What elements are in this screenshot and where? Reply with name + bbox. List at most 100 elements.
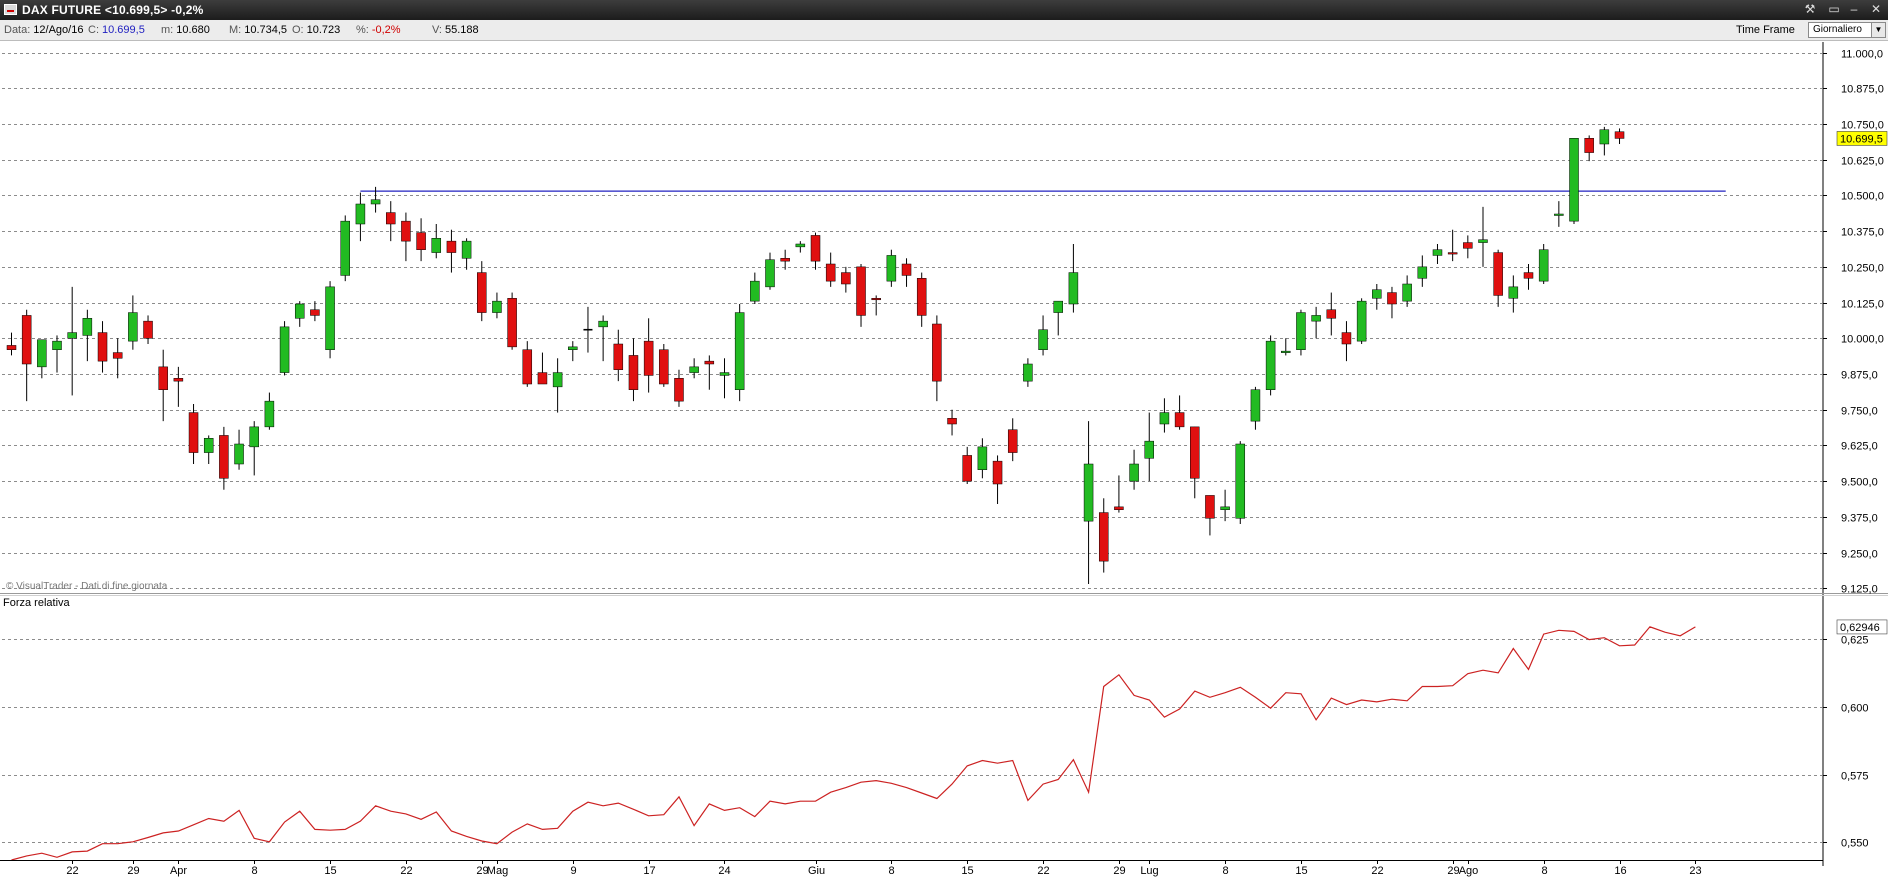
candle-down	[1493, 252, 1503, 296]
candle-up	[765, 259, 775, 288]
candle-up	[37, 339, 47, 368]
candle-down	[1114, 506, 1124, 510]
candle-up	[340, 220, 350, 276]
candle-up	[1372, 289, 1382, 299]
indicator-tick-label: 0,550	[1841, 838, 1869, 850]
candle-down	[659, 349, 669, 385]
candle-up	[1356, 300, 1367, 342]
candle-down	[219, 435, 229, 479]
date-label: 24	[718, 865, 730, 877]
candle-up	[1083, 463, 1094, 522]
candle-up	[1159, 412, 1170, 425]
indicator-title: Forza relativa	[3, 597, 71, 609]
candle-down	[1523, 272, 1534, 279]
candle-down	[173, 378, 184, 382]
candle-up	[82, 318, 93, 336]
candle-down	[1190, 426, 1200, 479]
candle-down	[112, 352, 123, 359]
candle-up	[279, 326, 290, 373]
candle-down	[507, 298, 517, 348]
date-label: 8	[1222, 865, 1228, 877]
candle-down	[856, 266, 866, 316]
candle-up	[249, 426, 259, 448]
price-tick-label: 9.875,0	[1841, 370, 1878, 382]
candle-down	[992, 460, 1003, 485]
date-label: 8	[888, 865, 894, 877]
candle-up	[1265, 340, 1276, 390]
candle-up	[1023, 363, 1033, 382]
date-axis: 22 29 Apr 8 15 22 29Mag 9 17 24 Giu 8 15 22 29 Lug 8 15 22…	[0, 860, 1823, 877]
date-label: 8	[251, 865, 257, 877]
price-grid	[2, 53, 1822, 589]
candle-down	[386, 212, 396, 225]
candle-down	[446, 240, 457, 253]
last-price-label: 10.699,5	[1840, 133, 1883, 145]
date-label: 22	[400, 865, 412, 877]
watermark: © VisualTrader - Dati di fine giornata	[6, 581, 168, 592]
candle-down	[780, 258, 790, 262]
candle-up	[552, 372, 563, 388]
candle-down	[158, 366, 168, 390]
candle-up	[1569, 138, 1579, 222]
candle-up	[1599, 129, 1610, 145]
candle-up	[355, 203, 366, 225]
candle-up	[264, 400, 275, 428]
price-tick-label: 9.750,0	[1841, 406, 1878, 418]
candle-up	[294, 303, 305, 319]
candle-up	[734, 312, 745, 390]
price-tick-label: 9.500,0	[1841, 477, 1878, 489]
date-label: 22	[1037, 865, 1049, 877]
candle-down	[916, 278, 927, 316]
month-label: Giu	[808, 865, 825, 877]
candle-up	[52, 340, 62, 350]
candle-up	[795, 243, 806, 248]
date-label: 23	[1689, 865, 1701, 877]
candle-down	[1341, 332, 1352, 345]
indicator-tick-label: 0,600	[1841, 703, 1869, 715]
date-label: 15	[961, 865, 973, 877]
date-label: 17	[643, 865, 655, 877]
price-tick-label: 9.375,0	[1841, 513, 1878, 525]
candle-down	[1614, 131, 1625, 139]
price-axis: 9.125,0 9.250,0 9.375,0 9.500,0 9.625,0 9.750…	[1823, 49, 1888, 596]
price-tick-label: 10.625,0	[1841, 156, 1884, 168]
candle-up	[1281, 350, 1291, 353]
candle-down	[704, 360, 715, 365]
candle-up	[1554, 213, 1564, 216]
candle-up	[1478, 239, 1488, 243]
candle-up	[1038, 329, 1048, 350]
indicator-grid	[2, 639, 1822, 843]
price-tick-label: 10.375,0	[1841, 227, 1884, 239]
indicator-tick-label: 0,575	[1841, 771, 1869, 783]
price-tick-label: 10.875,0	[1841, 84, 1884, 96]
candle-up	[1220, 506, 1230, 510]
candle-up	[750, 280, 760, 302]
date-label: 9	[570, 865, 576, 877]
date-label: 22	[66, 865, 78, 877]
candle-down	[188, 412, 199, 453]
candle-down	[947, 418, 957, 425]
candle-up	[325, 286, 335, 350]
date-label: 15	[324, 865, 336, 877]
candle-down	[477, 272, 487, 313]
candle-down	[962, 455, 972, 482]
price-tick-label: 9.125,0	[1841, 584, 1878, 596]
price-panel	[0, 42, 1888, 866]
candle-down	[143, 320, 153, 339]
candle-up	[1144, 440, 1154, 459]
candle-down	[841, 272, 851, 285]
candle-down	[613, 343, 624, 370]
candle-up	[1068, 272, 1079, 305]
candle-down	[674, 378, 684, 402]
price-tick-label: 10.125,0	[1841, 299, 1884, 311]
candle-up	[1402, 283, 1412, 302]
candle-up	[461, 240, 472, 259]
candle-down	[6, 345, 17, 350]
date-label: 29	[1113, 865, 1125, 877]
candle-up	[234, 443, 244, 465]
date-label: 16	[1614, 865, 1626, 877]
candle-up	[1311, 315, 1321, 322]
indicator-axis: 0,550 0,575 0,600 0,6250,62946	[1823, 619, 1888, 850]
candle-down	[871, 298, 881, 301]
candle-down	[522, 349, 533, 385]
